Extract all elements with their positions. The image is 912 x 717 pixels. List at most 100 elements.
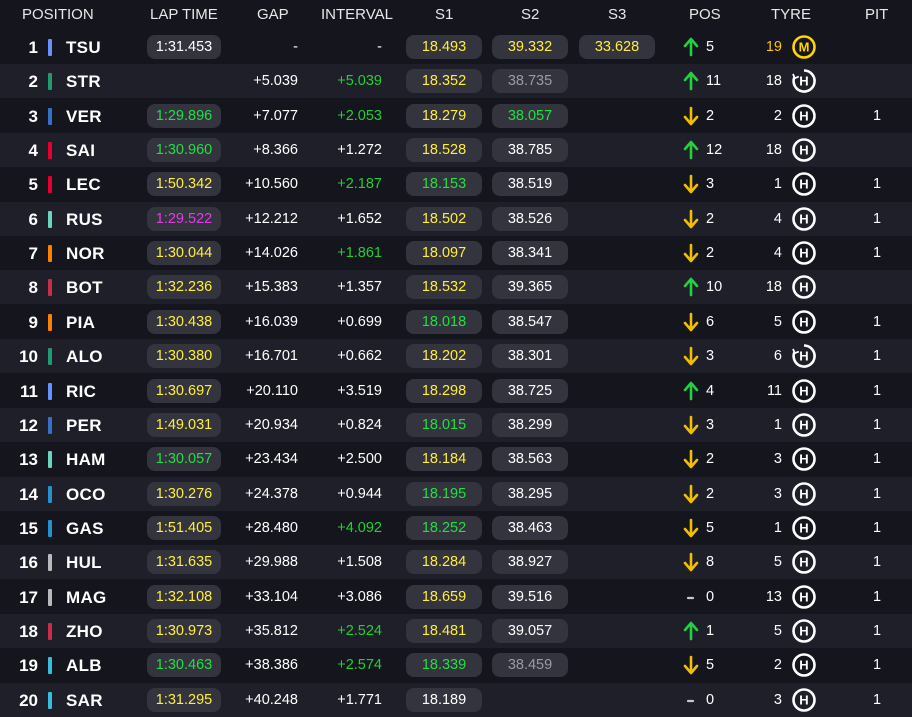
gap-value: +20.110 <box>246 382 298 399</box>
position-number: 7 <box>28 244 38 264</box>
table-row[interactable]: 15 GAS 1:51.405 +28.480 +4.092 18.252 38.463 5 1… <box>0 510 912 545</box>
interval-value: +3.086 <box>337 588 382 605</box>
table-row[interactable]: 6 RUS 1:29.522 +12.212 +1.652 18.502 38.526 2 4 H… <box>0 201 912 236</box>
table-row[interactable]: 1 TSU 1:31.453 - - 18.493 39.332 33.628 5 19 M <box>0 30 912 64</box>
header-pit[interactable]: PIT <box>865 6 888 23</box>
header-tyre[interactable]: TYRE <box>771 6 811 23</box>
interval-value: - <box>377 39 382 55</box>
table-row[interactable]: 9 PIA 1:30.438 +16.039 +0.699 18.018 38.547 6 5 H… <box>0 304 912 339</box>
position-change-count: 4 <box>706 382 715 399</box>
pit-stop-count: 1 <box>872 210 882 227</box>
sector-1-time: 18.284 <box>406 550 482 575</box>
team-color-bar <box>48 73 52 91</box>
table-row[interactable]: 17 MAG 1:32.108 +33.104 +3.086 18.659 39.516 0 1… <box>0 579 912 614</box>
position-number: 4 <box>28 141 38 161</box>
driver-code: SAR <box>66 690 103 710</box>
position-number: 18 <box>19 621 38 641</box>
lap-time: 1:32.236 <box>147 275 221 300</box>
table-row[interactable]: 16 HUL 1:31.635 +29.988 +1.508 18.284 38.927 8 5… <box>0 545 912 580</box>
interval-value: +2.187 <box>337 176 382 193</box>
position-change-count: 2 <box>706 485 715 502</box>
position-number: 16 <box>19 553 38 573</box>
table-row[interactable]: 11 RIC 1:30.697 +20.110 +3.519 18.298 38.725 4 1… <box>0 373 912 408</box>
table-row[interactable]: 18 ZHO 1:30.973 +35.812 +2.524 18.481 39.057 1 5… <box>0 613 912 648</box>
sector-2-time: 38.725 <box>492 378 568 403</box>
tyre-compound-letter: H <box>799 520 808 535</box>
driver-code: MAG <box>66 587 107 607</box>
team-color-bar <box>48 245 52 263</box>
sector-2-time: 39.332 <box>492 35 568 59</box>
header-interval[interactable]: INTERVAL <box>321 6 393 23</box>
header-gap[interactable]: GAP <box>257 6 289 23</box>
hard-tyre-icon: H <box>792 447 816 471</box>
table-row[interactable]: 4 SAI 1:30.960 +8.366 +1.272 18.528 38.785 12 18… <box>0 133 912 168</box>
header-s3[interactable]: S3 <box>608 6 626 23</box>
hard-tyre-icon: H <box>792 103 816 128</box>
driver-code: LEC <box>66 175 101 195</box>
arrow-up-icon <box>683 37 699 57</box>
interval-value: +0.699 <box>337 313 382 330</box>
lap-time: 1:31.635 <box>147 550 221 575</box>
table-row[interactable]: 14 OCO 1:30.276 +24.378 +0.944 18.195 38.295 2 3… <box>0 476 912 511</box>
pit-stop-count: 1 <box>872 519 882 536</box>
team-color-bar <box>48 485 52 503</box>
interval-value: +1.272 <box>337 142 382 159</box>
position-change-count: 5 <box>706 657 715 674</box>
header-s2[interactable]: S2 <box>521 6 539 23</box>
driver-code: ALO <box>66 347 103 367</box>
sector-1-time: 18.189 <box>406 687 482 712</box>
table-row[interactable]: 12 PER 1:49.031 +20.934 +0.824 18.015 38.299 3 1… <box>0 407 912 442</box>
interval-value: +3.519 <box>337 382 382 399</box>
arrow-down-icon <box>683 243 699 263</box>
gap-value: - <box>293 39 298 55</box>
table-row[interactable]: 5 LEC 1:50.342 +10.560 +2.187 18.153 38.519 3 1 H… <box>0 167 912 202</box>
gap-value: +23.434 <box>245 451 298 468</box>
sector-2-time: 39.365 <box>492 275 568 300</box>
table-row[interactable]: 19 ALB 1:30.463 +38.386 +2.574 18.339 38.459 5 2… <box>0 648 912 683</box>
driver-code: HUL <box>66 553 102 573</box>
arrow-down-icon <box>683 209 699 229</box>
sector-1-time: 18.659 <box>406 584 482 609</box>
tyre-compound-letter: H <box>799 417 808 432</box>
tyre-compound-letter: H <box>799 589 808 604</box>
sector-1-time: 18.097 <box>406 241 482 266</box>
table-row[interactable]: 3 VER 1:29.896 +7.077 +2.053 18.279 38.057 2 2 H 1 <box>0 98 912 133</box>
hard-tyre-icon: H <box>792 687 816 712</box>
pit-stop-count: 1 <box>872 416 882 433</box>
tyre-compound-letter: H <box>799 108 808 123</box>
interval-value: +1.357 <box>337 279 382 296</box>
position-number: 10 <box>19 347 38 367</box>
driver-code: VER <box>66 106 102 126</box>
table-row[interactable]: 20 SAR 1:31.295 +40.248 +1.771 18.189 0 3 H 1 <box>0 682 912 717</box>
interval-value: +1.861 <box>337 245 382 262</box>
arrow-down-icon <box>683 449 699 469</box>
header-position[interactable]: POSITION <box>22 6 94 23</box>
table-row[interactable]: 7 NOR 1:30.044 +14.026 +1.861 18.097 38.341 2 4 H… <box>0 236 912 271</box>
header-lap-time[interactable]: LAP TIME <box>150 6 218 23</box>
sector-2-time: 38.547 <box>492 309 568 334</box>
tyre-compound-letter: H <box>799 486 808 501</box>
tyre-age-laps: 5 <box>773 313 782 330</box>
position-number: 19 <box>19 656 38 676</box>
gap-value: +33.104 <box>245 588 298 605</box>
sector-1-time: 18.252 <box>406 515 482 540</box>
header-pos[interactable]: POS <box>689 6 721 23</box>
header-s1[interactable]: S1 <box>435 6 453 23</box>
table-row[interactable]: 2 STR +5.039 +5.039 18.352 38.735 11 18 H <box>0 64 912 99</box>
position-number: 12 <box>19 415 38 435</box>
table-row[interactable]: 8 BOT 1:32.236 +15.383 +1.357 18.532 39.365 10 1… <box>0 270 912 305</box>
arrow-down-icon <box>683 655 699 675</box>
table-row[interactable]: 13 HAM 1:30.057 +23.434 +2.500 18.184 38.563 2 3… <box>0 442 912 477</box>
arrow-down-icon <box>683 312 699 332</box>
tyre-age-laps: 13 <box>765 588 782 605</box>
team-color-bar <box>48 519 52 537</box>
position-change-count: 2 <box>706 107 715 124</box>
position-change-count: 0 <box>706 588 715 605</box>
table-row[interactable]: 10 ALO 1:30.380 +16.701 +0.662 18.202 38.301 3 6… <box>0 339 912 374</box>
position-change-count: 1 <box>706 622 715 639</box>
tyre-age-laps: 11 <box>766 382 782 399</box>
hard-tyre-icon: H <box>792 653 816 678</box>
position-number: 9 <box>28 312 38 332</box>
gap-value: +15.383 <box>245 279 298 296</box>
team-color-bar <box>48 176 52 194</box>
